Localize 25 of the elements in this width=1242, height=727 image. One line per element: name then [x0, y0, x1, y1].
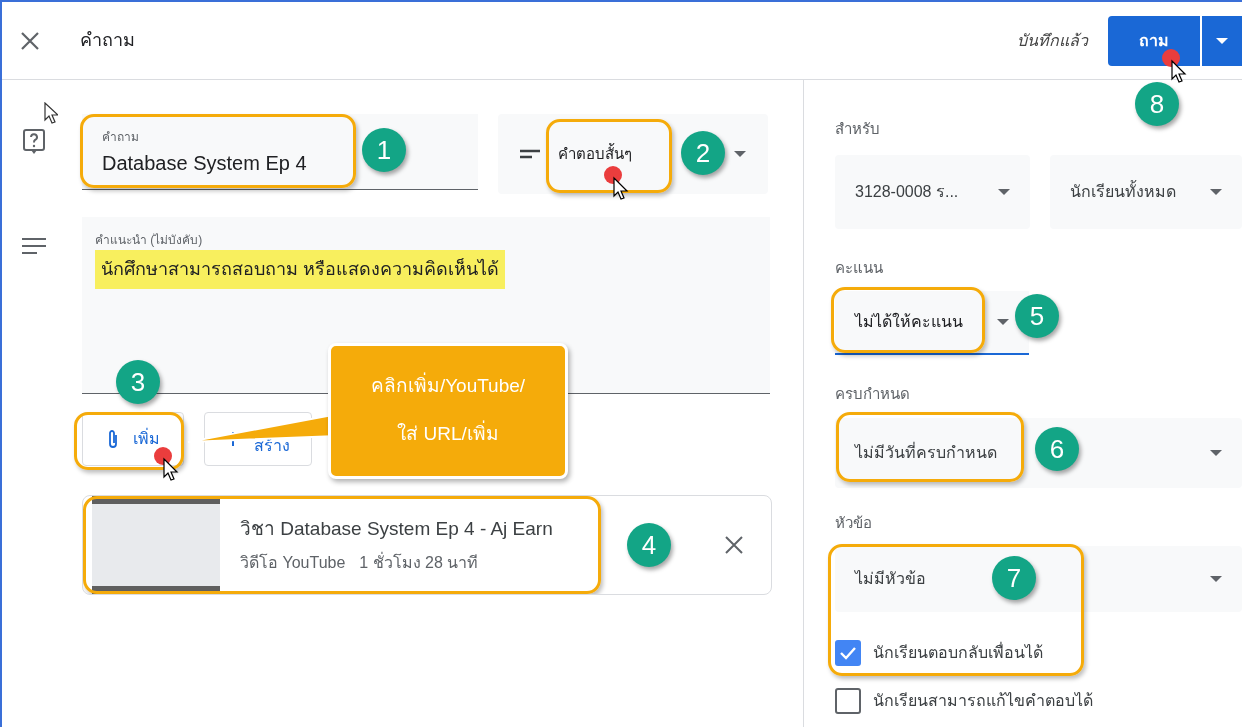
select-value: ไม่ได้ให้คะแนน — [855, 311, 963, 332]
field-label: คำถาม — [102, 129, 140, 146]
checkbox-label: นักเรียนสามารถแก้ไขคำตอบได้ — [873, 691, 1093, 711]
section-label: คะแนน — [835, 257, 884, 278]
section-label: หัวข้อ — [835, 512, 873, 533]
attachment-type: วิดีโอ YouTube — [240, 552, 346, 574]
step-badge: 4 — [627, 523, 671, 567]
answer-type-value: คำตอบสั้นๆ — [558, 142, 632, 164]
select-value: 3128-0008 ร... — [855, 181, 959, 202]
step-badge: 8 — [1135, 82, 1179, 126]
attachment-duration: 1 ชั่วโมง 28 นาที — [359, 551, 479, 574]
field-value: Database System Ep 4 — [102, 151, 307, 176]
callout-tooltip: คลิกเพิ่ม/YouTube/ ใส่ URL/เพิ่ม — [328, 343, 568, 479]
section-label: สำหรับ — [835, 119, 881, 139]
attachment-title: วิชา Database System Ep 4 - Aj Earn — [240, 516, 553, 541]
section-label: ครบกำหนด — [835, 384, 911, 404]
highlighted-text: นักศึกษาสามารถสอบถาม หรือแสดงความคิดเห็นได้ — [95, 250, 505, 289]
window-title: คำถาม — [80, 29, 135, 52]
field-label: คำแนะนำ (ไม่บังคับ) — [95, 232, 204, 249]
select-value: ไม่มีหัวข้อ — [855, 569, 926, 589]
step-badge: 5 — [1015, 294, 1059, 338]
select-value: ไม่มีวันที่ครบกำหนด — [855, 441, 997, 463]
saved-status: บันทึกแล้ว — [1017, 30, 1088, 51]
checkbox-label: นักเรียนตอบกลับเพื่อนได้ — [873, 641, 1043, 663]
select-value: นักเรียนทั้งหมด — [1070, 179, 1176, 202]
